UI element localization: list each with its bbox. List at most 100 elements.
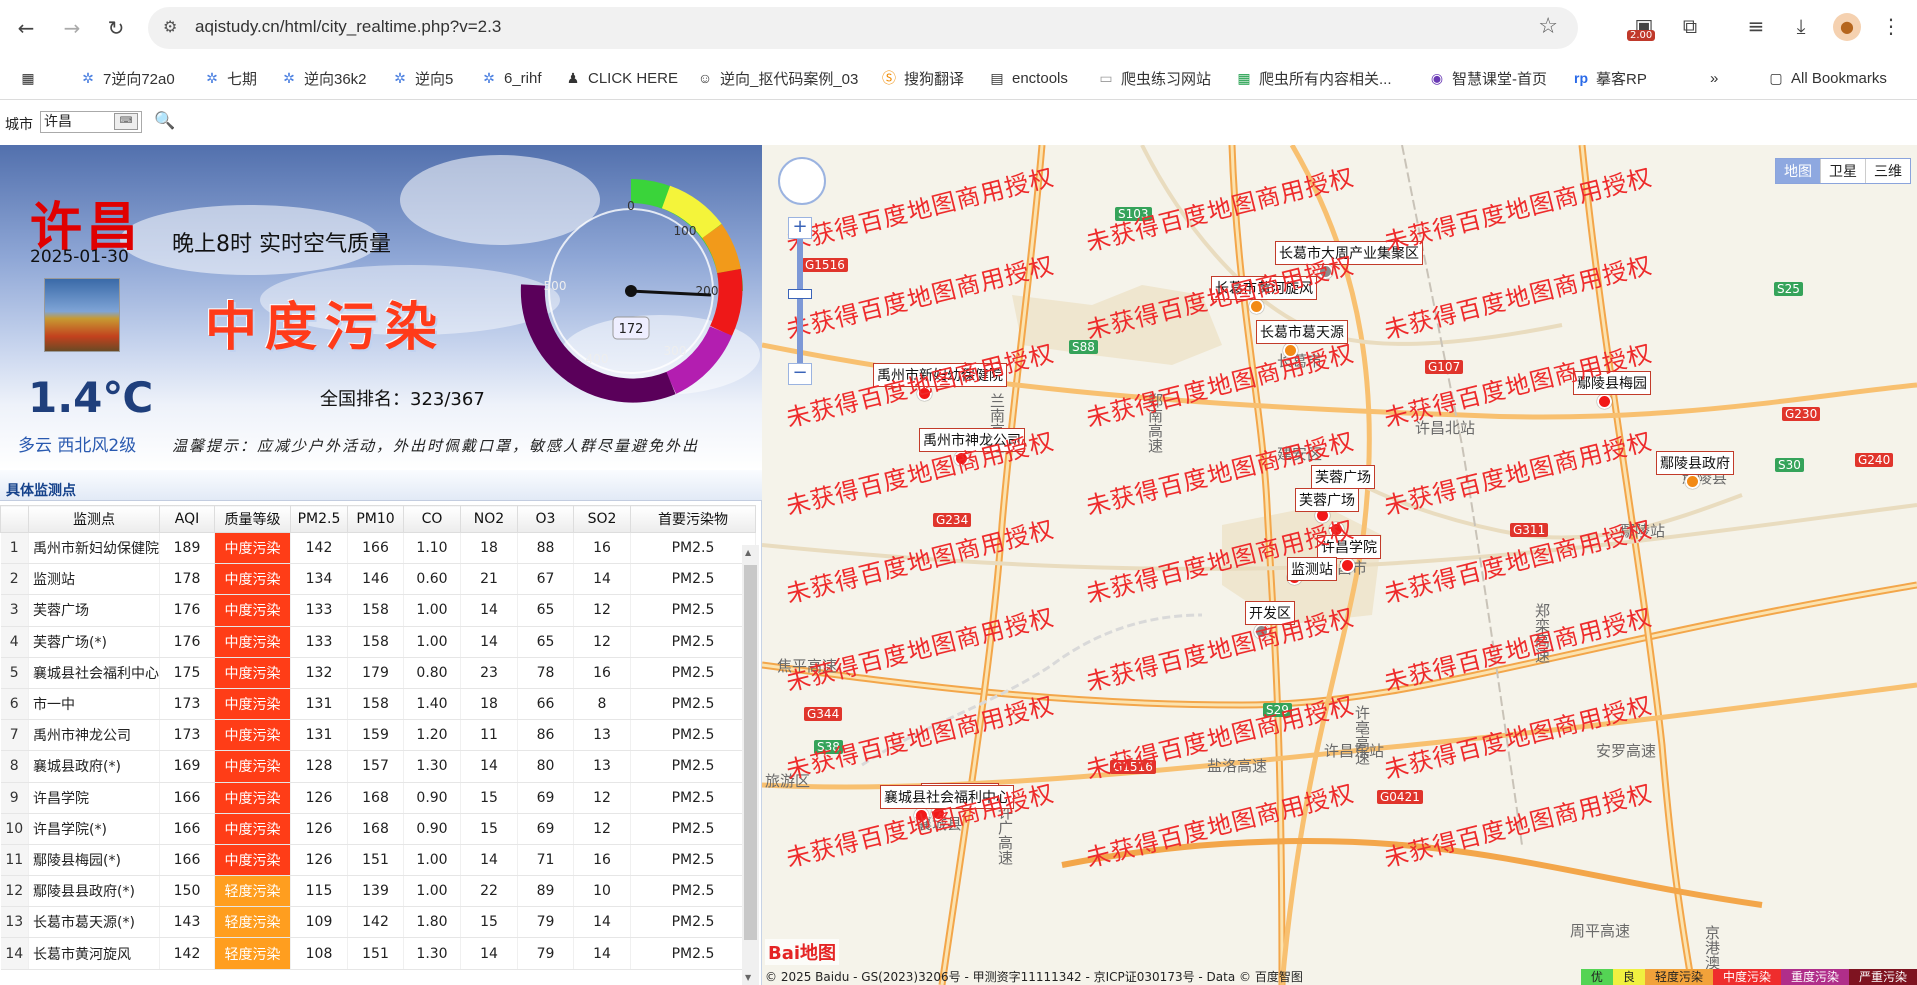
primary-pollutant: PM2.5 — [630, 719, 756, 752]
aqi-value: 173 — [159, 719, 215, 752]
column-header[interactable]: 质量等级 — [214, 505, 291, 533]
primary-pollutant: PM2.5 — [630, 626, 756, 658]
bookmark-item[interactable]: ☺ 逆向_抠代码案例_03 — [697, 66, 859, 90]
bookmark-item[interactable]: Ⓢ 搜狗翻译 — [881, 66, 964, 90]
pm25-value: 132 — [290, 657, 348, 689]
co-value: 1.00 — [403, 844, 461, 877]
bookmark-item[interactable]: ✲ 逆向5 — [392, 66, 453, 90]
zoom-slider[interactable] — [788, 289, 812, 299]
bookmark-item[interactable]: ✲ 6_rihf — [481, 66, 541, 90]
address-bar[interactable]: ⚙ aqistudy.cn/html/city_realtime.php?v=2… — [148, 7, 1578, 49]
station-marker-label[interactable]: 芙蓉广场 — [1295, 488, 1359, 512]
column-header[interactable]: O3 — [517, 505, 574, 533]
zoom-in-button[interactable]: + — [788, 217, 812, 239]
bookmark-label: 爬虫练习网站 — [1121, 70, 1212, 88]
bookmark-item[interactable]: ▭ 爬虫练习网站 — [1098, 66, 1211, 90]
table-row[interactable]: 10 许昌学院(*) 166 中度污染 126 168 0.90 15 69 12 PM2.5 — [0, 813, 756, 845]
station-name: 襄城县政府(*) — [28, 750, 160, 783]
table-row[interactable]: 14 长葛市黄河旋风 142 轻度污染 108 151 1.30 14 79 14 PM2.5 — [0, 937, 756, 970]
url-text[interactable]: aqistudy.cn/html/city_realtime.php?v=2.3 — [195, 17, 501, 37]
page-icon: ▭ — [1099, 70, 1113, 86]
bookmark-item[interactable]: ✲ 七期 — [204, 66, 257, 90]
bookmark-item[interactable]: ◉ 智慧课堂-首页 — [1429, 66, 1547, 90]
table-row[interactable]: 8 襄城县政府(*) 169 中度污染 128 157 1.30 14 80 13 PM2.5 — [0, 750, 756, 783]
column-header[interactable]: AQI — [159, 505, 215, 533]
column-header[interactable]: PM2.5 — [290, 505, 348, 533]
column-header[interactable]: SO2 — [573, 505, 631, 533]
reload-button[interactable]: ↻ — [104, 16, 128, 40]
bookmark-item[interactable]: ▦ 爬虫所有内容相关... — [1236, 66, 1391, 90]
bookmark-item[interactable]: ▤ enctools — [989, 66, 1068, 90]
gauge-tick-label: 100 — [674, 224, 697, 238]
map-type-map[interactable]: 地图 — [1776, 159, 1820, 183]
pan-control[interactable] — [778, 157, 826, 205]
search-icon[interactable]: 🔍 — [154, 111, 175, 131]
station-name: 长葛市葛天源(*) — [28, 906, 160, 939]
baidu-logo[interactable]: Bai地图 — [765, 939, 840, 965]
bookmark-item[interactable]: ✲ 逆向36k2 — [281, 66, 366, 90]
keyboard-icon[interactable]: ⌨ — [114, 113, 138, 130]
zoom-track[interactable] — [797, 239, 803, 363]
table-row[interactable]: 3 芙蓉广场 176 中度污染 133 158 1.00 14 65 12 PM2.5 — [0, 594, 756, 627]
table-row[interactable]: 5 襄城县社会福利中心 175 中度污染 132 179 0.80 23 78 16 PM2.5 — [0, 657, 756, 689]
table-row[interactable]: 1 禹州市新妇幼保健院 189 中度污染 142 166 1.10 18 88 16 PM2.5 — [0, 532, 756, 565]
column-header[interactable] — [0, 505, 29, 533]
zoom-control[interactable]: + − — [788, 217, 812, 385]
profile-avatar[interactable]: ● — [1833, 13, 1861, 41]
bookmark-item[interactable]: rp 摹客RP — [1573, 66, 1647, 90]
table-row[interactable]: 6 市一中 173 中度污染 131 158 1.40 18 66 8 PM2.5 — [0, 688, 756, 721]
temperature: 1.4℃ — [28, 373, 154, 422]
bookmark-item[interactable]: ♟ CLICK HERE — [565, 66, 678, 90]
table-row[interactable]: 11 鄢陵县梅园(*) 166 中度污染 126 151 1.00 14 71 16 PM2.5 — [0, 844, 756, 877]
station-marker[interactable] — [1597, 394, 1612, 409]
map-type-3d[interactable]: 三维 — [1865, 159, 1910, 183]
place-label: 盐洛高速 — [1207, 757, 1268, 775]
baidu-map[interactable]: 长葛市 许昌北站 建安区 郑南高速 焦平高速 兰南高速 郑栾高速 盐洛高速 安罗高速 许广高速 周平… — [762, 145, 1917, 985]
site-info-icon[interactable]: ⚙ — [163, 17, 177, 36]
road-shield: S30 — [1775, 458, 1804, 472]
station-marker[interactable] — [1340, 558, 1355, 573]
table-row[interactable]: 9 许昌学院 166 中度污染 126 168 0.90 15 69 12 PM2.5 — [0, 782, 756, 814]
table-row[interactable]: 12 鄢陵县县政府(*) 150 轻度污染 115 139 1.00 22 89 10 PM2.5 — [0, 875, 756, 908]
menu-icon[interactable]: ⋮ — [1877, 14, 1905, 38]
bookmark-label: enctools — [1012, 69, 1068, 87]
column-header[interactable]: NO2 — [460, 505, 518, 533]
puzzle-icon[interactable]: ⧉ — [1676, 14, 1704, 38]
download-icon[interactable]: ⤓ — [1787, 14, 1815, 38]
scrollbar-thumb[interactable] — [744, 565, 757, 940]
pm10-value: 139 — [347, 875, 404, 908]
no2-value: 22 — [460, 875, 518, 908]
column-header[interactable]: CO — [403, 505, 461, 533]
aqi-gauge: 0 100 200 300 400 500 172 — [520, 179, 743, 403]
media-icon[interactable]: ≡ — [1742, 14, 1770, 38]
table-row[interactable]: 13 长葛市葛天源(*) 143 轻度污染 109 142 1.80 15 79 14 PM2.5 — [0, 906, 756, 939]
bookmark-star-icon[interactable]: ☆ — [1538, 14, 1558, 39]
station-marker-label[interactable]: 鄢陵县政府 — [1656, 451, 1734, 475]
place-label: 周平高速 — [1570, 922, 1631, 940]
row-index: 13 — [0, 906, 29, 939]
all-bookmarks[interactable]: ▢ All Bookmarks — [1768, 66, 1886, 90]
station-marker-label[interactable]: 芙蓉广场 — [1311, 465, 1375, 489]
table-scrollbar[interactable]: ▲ ▼ — [742, 545, 759, 985]
back-button[interactable]: ← — [14, 16, 38, 40]
bookmark-label: 七期 — [227, 70, 258, 88]
bookmark-item[interactable]: ✲ 7逆向72a0 — [80, 66, 175, 90]
forward-button[interactable]: → — [60, 16, 84, 40]
table-row[interactable]: 4 芙蓉广场(*) 176 中度污染 133 158 1.00 14 65 12 PM2.5 — [0, 626, 756, 658]
bookmark-label: 智慧课堂-首页 — [1452, 70, 1547, 88]
so2-value: 12 — [573, 782, 631, 814]
more-bookmarks-icon[interactable]: » — [1710, 66, 1718, 90]
table-row[interactable]: 2 监测站 178 中度污染 134 146 0.60 21 67 14 PM2.5 — [0, 563, 756, 596]
table-row[interactable]: 7 禹州市神龙公司 173 中度污染 131 159 1.20 11 86 13 PM2.5 — [0, 719, 756, 752]
map-type-satellite[interactable]: 卫星 — [1820, 159, 1865, 183]
so2-value: 14 — [573, 937, 631, 970]
apps-icon[interactable]: ▦ — [20, 66, 43, 90]
quality-level: 中度污染 — [214, 719, 291, 752]
zoom-out-button[interactable]: − — [788, 363, 812, 385]
station-marker[interactable] — [1685, 474, 1700, 489]
column-header[interactable]: 监测点 — [28, 505, 160, 533]
column-header[interactable]: PM10 — [347, 505, 404, 533]
so2-value: 13 — [573, 719, 631, 752]
column-header[interactable]: 首要污染物 — [630, 505, 756, 533]
station-marker-label[interactable]: 监测站 — [1287, 557, 1337, 581]
